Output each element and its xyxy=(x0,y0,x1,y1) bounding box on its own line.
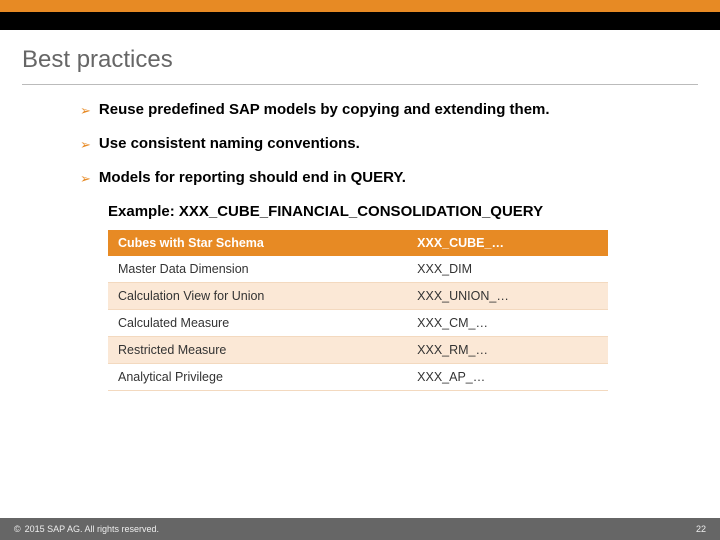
table-cell: XXX_CM_… xyxy=(407,310,608,337)
table-row: Calculated Measure XXX_CM_… xyxy=(108,310,608,337)
table-row: Analytical Privilege XXX_AP_… xyxy=(108,364,608,391)
example-line: Example: XXX_CUBE_FINANCIAL_CONSOLIDATIO… xyxy=(108,203,680,220)
table-cell: Restricted Measure xyxy=(108,337,407,364)
table-row: Calculation View for Union XXX_UNION_… xyxy=(108,283,608,310)
brand-accent-bar xyxy=(0,0,720,12)
bullet-item: ➢ Reuse predefined SAP models by copying… xyxy=(80,101,680,121)
bullet-text: Reuse predefined SAP models by copying a… xyxy=(99,101,550,118)
content-area: ➢ Reuse predefined SAP models by copying… xyxy=(0,97,720,391)
table-cell: Analytical Privilege xyxy=(108,364,407,391)
brand-black-bar xyxy=(0,12,720,30)
table-header-cell: XXX_CUBE_… xyxy=(407,230,608,256)
table-row: Master Data Dimension XXX_DIM xyxy=(108,256,608,283)
copyright: © 2015 SAP AG. All rights reserved. xyxy=(14,524,159,534)
copyright-text: 2015 SAP AG. All rights reserved. xyxy=(25,524,159,534)
table-cell: Calculation View for Union xyxy=(108,283,407,310)
chevron-right-icon: ➢ xyxy=(80,169,91,189)
bullet-item: ➢ Use consistent naming conventions. xyxy=(80,135,680,155)
divider xyxy=(22,84,698,85)
bullet-text: Models for reporting should end in QUERY… xyxy=(99,169,406,186)
copyright-icon: © xyxy=(14,524,21,534)
bullet-text: Use consistent naming conventions. xyxy=(99,135,360,152)
chevron-right-icon: ➢ xyxy=(80,135,91,155)
table-cell: Master Data Dimension xyxy=(108,256,407,283)
bullet-item: ➢ Models for reporting should end in QUE… xyxy=(80,169,680,189)
table-cell: XXX_DIM xyxy=(407,256,608,283)
page-number: 22 xyxy=(696,524,706,534)
table-cell: XXX_AP_… xyxy=(407,364,608,391)
table-header-row: Cubes with Star Schema XXX_CUBE_… xyxy=(108,230,608,256)
table-cell: Calculated Measure xyxy=(108,310,407,337)
footer-bar: © 2015 SAP AG. All rights reserved. 22 xyxy=(0,518,720,540)
table-header-cell: Cubes with Star Schema xyxy=(108,230,407,256)
naming-table: Cubes with Star Schema XXX_CUBE_… Master… xyxy=(108,230,608,391)
slide-title: Best practices xyxy=(0,30,720,84)
bullet-list: ➢ Reuse predefined SAP models by copying… xyxy=(80,101,680,189)
table-row: Restricted Measure XXX_RM_… xyxy=(108,337,608,364)
table-cell: XXX_UNION_… xyxy=(407,283,608,310)
chevron-right-icon: ➢ xyxy=(80,101,91,121)
table-cell: XXX_RM_… xyxy=(407,337,608,364)
